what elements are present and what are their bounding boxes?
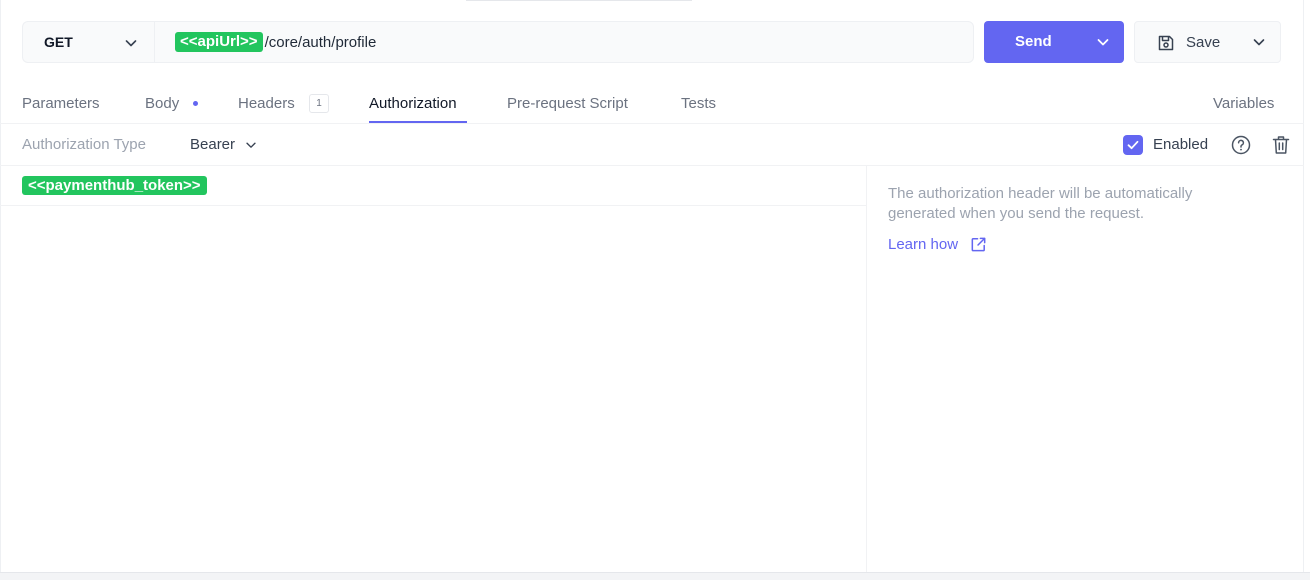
chevron-down-icon[interactable] [1251, 34, 1267, 50]
url-input[interactable]: <<apiUrl>> /core/auth/profile [154, 21, 974, 63]
help-circle-icon[interactable] [1230, 134, 1252, 156]
enabled-checkbox[interactable] [1123, 135, 1143, 155]
url-variable-chip[interactable]: <<apiUrl>> [175, 32, 263, 52]
tab-variables[interactable]: Variables [1213, 95, 1274, 112]
check-icon [1127, 140, 1139, 150]
save-label: Save [1186, 34, 1221, 51]
auth-type-value: Bearer [190, 136, 236, 153]
send-label: Send [1015, 33, 1052, 50]
headers-count-badge: 1 [309, 94, 329, 113]
learn-how-label: Learn how [888, 236, 959, 253]
tab-body[interactable]: Body [145, 95, 179, 112]
token-variable-chip[interactable]: <<paymenthub_token>> [22, 176, 207, 195]
auth-settings-row: Authorization Type Bearer Enabled [0, 125, 1304, 166]
token-editor[interactable]: <<paymenthub_token>> [0, 166, 867, 574]
auth-info-text: The authorization header will be automat… [888, 185, 1193, 222]
enabled-label[interactable]: Enabled [1153, 136, 1208, 153]
learn-how-link[interactable]: Learn how [888, 235, 988, 254]
method-select[interactable]: GET [22, 21, 154, 63]
tab-tests[interactable]: Tests [681, 95, 716, 112]
save-button[interactable]: Save [1134, 21, 1281, 63]
trash-icon[interactable] [1271, 134, 1291, 156]
chevron-down-icon [125, 40, 137, 47]
auth-type-label: Authorization Type [22, 136, 146, 153]
chevron-down-icon [246, 142, 256, 148]
method-label: GET [44, 34, 73, 50]
tab-headers[interactable]: Headers [238, 95, 295, 112]
top-divider [466, 0, 692, 1]
send-button[interactable]: Send [984, 21, 1124, 63]
tab-pre-request-script[interactable]: Pre-request Script [507, 95, 628, 112]
url-path: /core/auth/profile [264, 33, 377, 51]
tab-parameters[interactable]: Parameters [22, 95, 100, 112]
auth-type-select[interactable]: Bearer [190, 136, 258, 153]
tab-authorization[interactable]: Authorization [369, 95, 457, 112]
editor-line: <<paymenthub_token>> [0, 166, 866, 206]
active-tab-indicator [369, 121, 467, 123]
body-modified-dot [193, 101, 198, 106]
save-icon [1158, 35, 1174, 51]
bottom-scrollbar [0, 572, 1310, 580]
chevron-down-icon[interactable] [1095, 34, 1111, 50]
external-link-icon [971, 237, 986, 252]
